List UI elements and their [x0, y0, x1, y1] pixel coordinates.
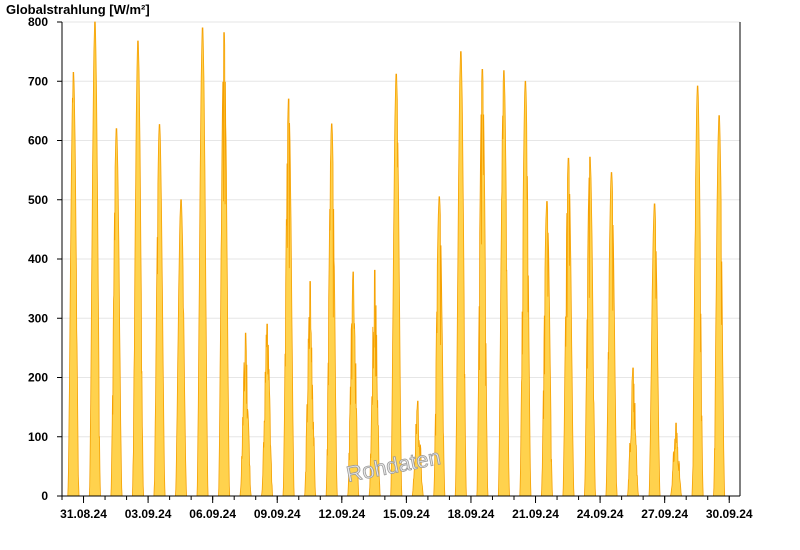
day-profile	[583, 156, 597, 497]
day-profile	[476, 69, 489, 497]
irradiance-chart: Globalstrahlung [W/m²] 01002003004005006…	[6, 2, 753, 521]
day-profile	[605, 172, 618, 497]
x-tick-label: 24.09.24	[577, 507, 624, 521]
y-tick-label: 0	[41, 489, 48, 503]
x-tick-label: 06.09.24	[189, 507, 236, 521]
day-profile	[304, 281, 317, 497]
day-profile	[218, 32, 231, 497]
day-profile	[282, 98, 295, 497]
day-profile	[691, 85, 704, 497]
day-profile	[153, 124, 166, 497]
day-profile	[261, 323, 274, 497]
day-profile	[648, 203, 661, 497]
day-profile	[713, 115, 726, 497]
day-profile	[67, 72, 80, 497]
day-profile	[626, 367, 640, 497]
day-profile	[497, 70, 510, 497]
y-tick-label: 400	[28, 252, 48, 266]
day-profile	[540, 201, 553, 497]
x-tick-label: 09.09.24	[254, 507, 301, 521]
y-tick-label: 300	[28, 311, 48, 325]
x-tick-label: 30.09.24	[706, 507, 753, 521]
y-tick-label: 500	[28, 193, 48, 207]
day-profile	[196, 27, 209, 497]
y-axis-ticks: 0 100 200 300 400 500 600 700 800	[28, 15, 62, 503]
day-profile	[325, 123, 338, 497]
day-profile	[131, 40, 145, 497]
y-tick-label: 600	[28, 134, 48, 148]
x-tick-label: 31.08.24	[60, 507, 107, 521]
day-profile	[174, 199, 188, 497]
day-profile	[390, 73, 403, 497]
day-profile	[110, 128, 123, 497]
day-profile	[454, 51, 467, 497]
day-profile	[562, 157, 575, 497]
x-tick-label: 15.09.24	[383, 507, 430, 521]
x-tick-label: 27.09.24	[641, 507, 688, 521]
x-axis-ticks: 31.08.24 03.09.24 06.09.24 09.09.24 12.09.24…	[60, 496, 753, 521]
x-tick-label: 03.09.24	[125, 507, 172, 521]
y-tick-label: 200	[28, 371, 48, 385]
x-tick-label: 12.09.24	[318, 507, 365, 521]
x-tick-label: 21.09.24	[512, 507, 559, 521]
day-profile	[519, 80, 532, 497]
y-tick-label: 100	[28, 430, 48, 444]
y-tick-label: 700	[28, 74, 48, 88]
day-profile	[669, 422, 683, 497]
x-tick-label: 18.09.24	[448, 507, 495, 521]
y-tick-label: 800	[28, 15, 48, 29]
day-profile	[239, 332, 252, 497]
grid-lines	[62, 21, 740, 438]
